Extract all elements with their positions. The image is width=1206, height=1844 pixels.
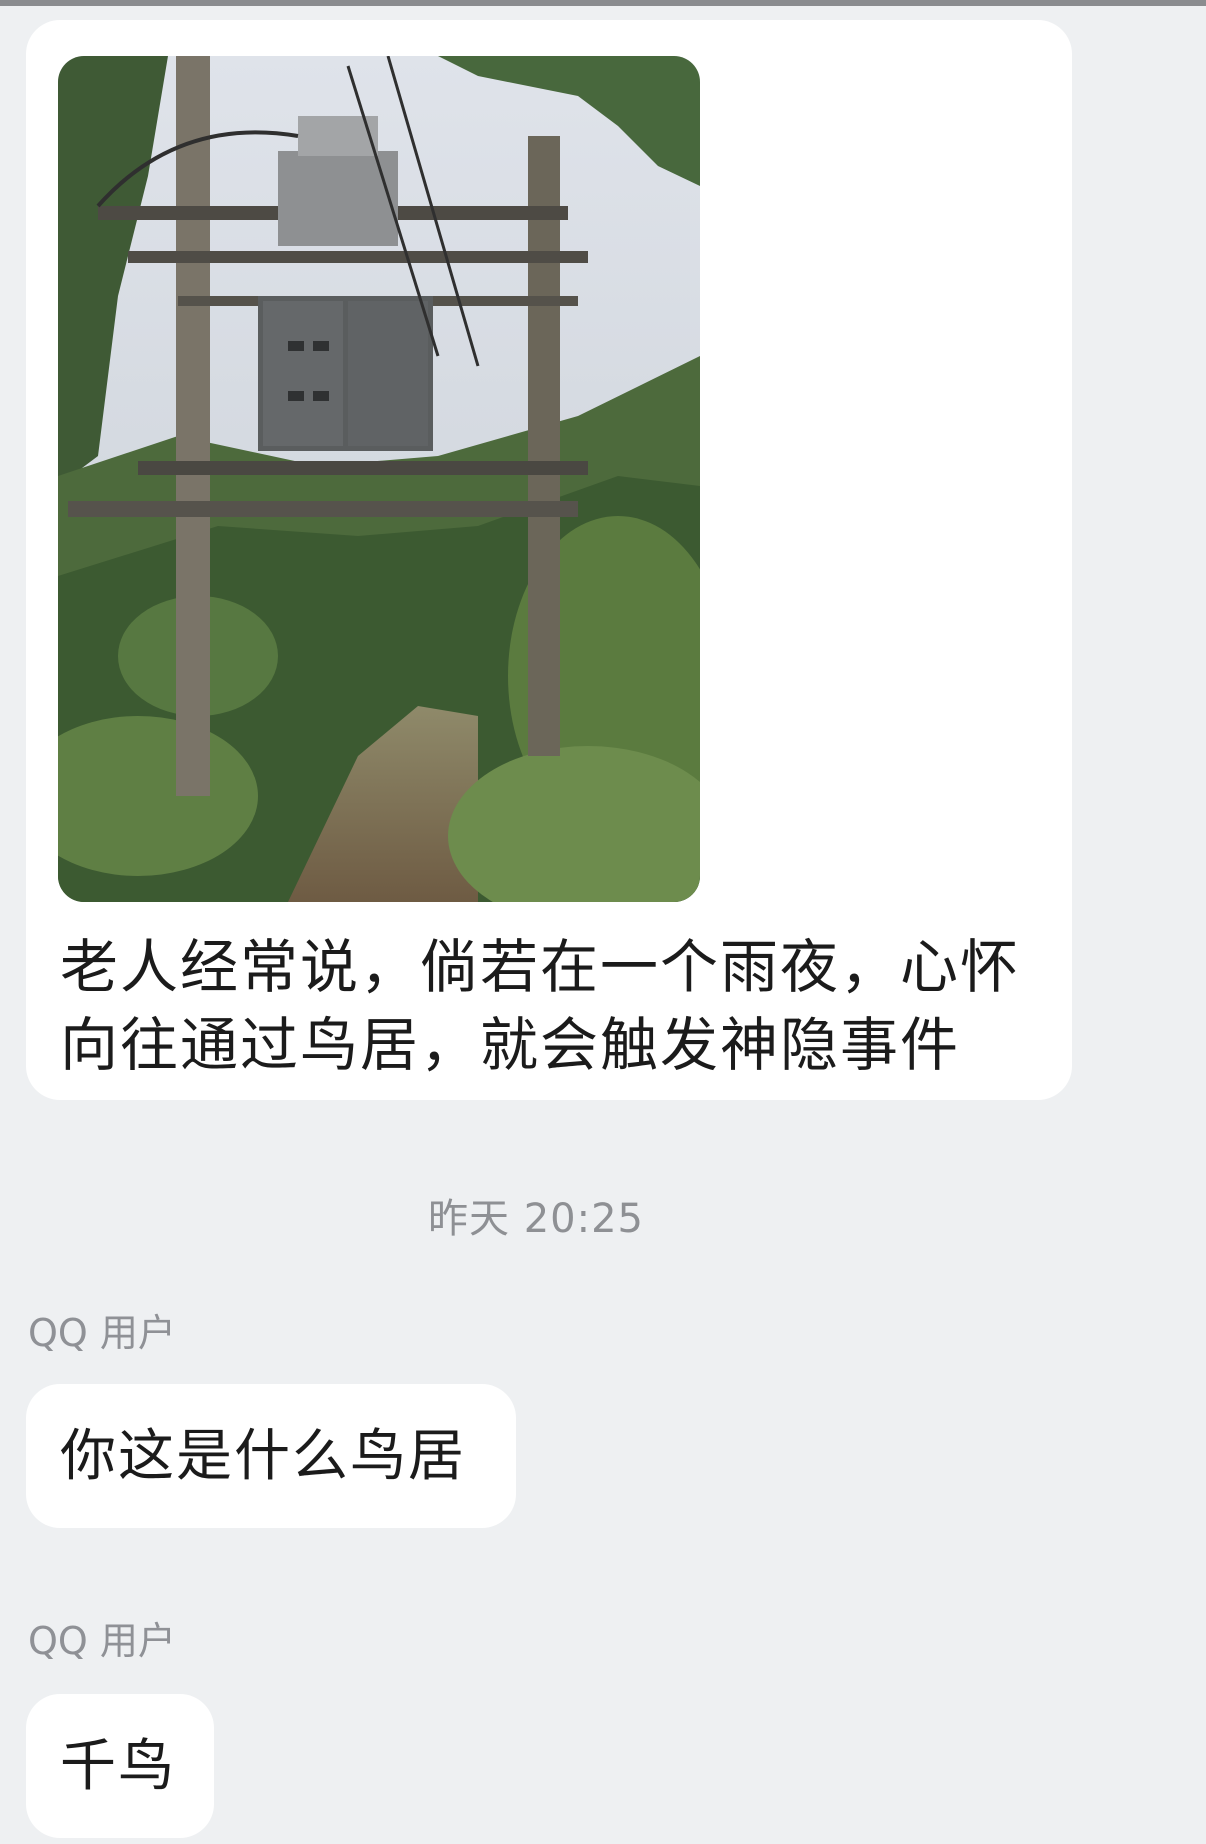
reply-text: 你这是什么鸟居 [60, 1424, 466, 1489]
reply-text: 千鸟 [60, 1734, 176, 1799]
message-timestamp: 昨天 20:25 [428, 1196, 644, 1242]
sender-name: QQ 用户 [28, 1619, 176, 1663]
caption-line-2: 向往通过鸟居，就会触发神隐事件 [60, 1011, 961, 1079]
top-border [0, 0, 1206, 6]
message-photo[interactable] [58, 56, 700, 902]
sender-name: QQ 用户 [28, 1311, 176, 1355]
image-message-bubble[interactable]: 老人经常说，倘若在一个雨夜，心怀 向往通过鸟居，就会触发神隐事件 [26, 20, 1072, 1100]
reply-bubble[interactable]: 你这是什么鸟居 [26, 1384, 516, 1528]
caption-line-1: 老人经常说，倘若在一个雨夜，心怀 [60, 933, 1021, 1001]
image-caption: 老人经常说，倘若在一个雨夜，心怀 向往通过鸟居，就会触发神隐事件 [60, 928, 1060, 1084]
reply-bubble[interactable]: 千鸟 [26, 1694, 214, 1838]
